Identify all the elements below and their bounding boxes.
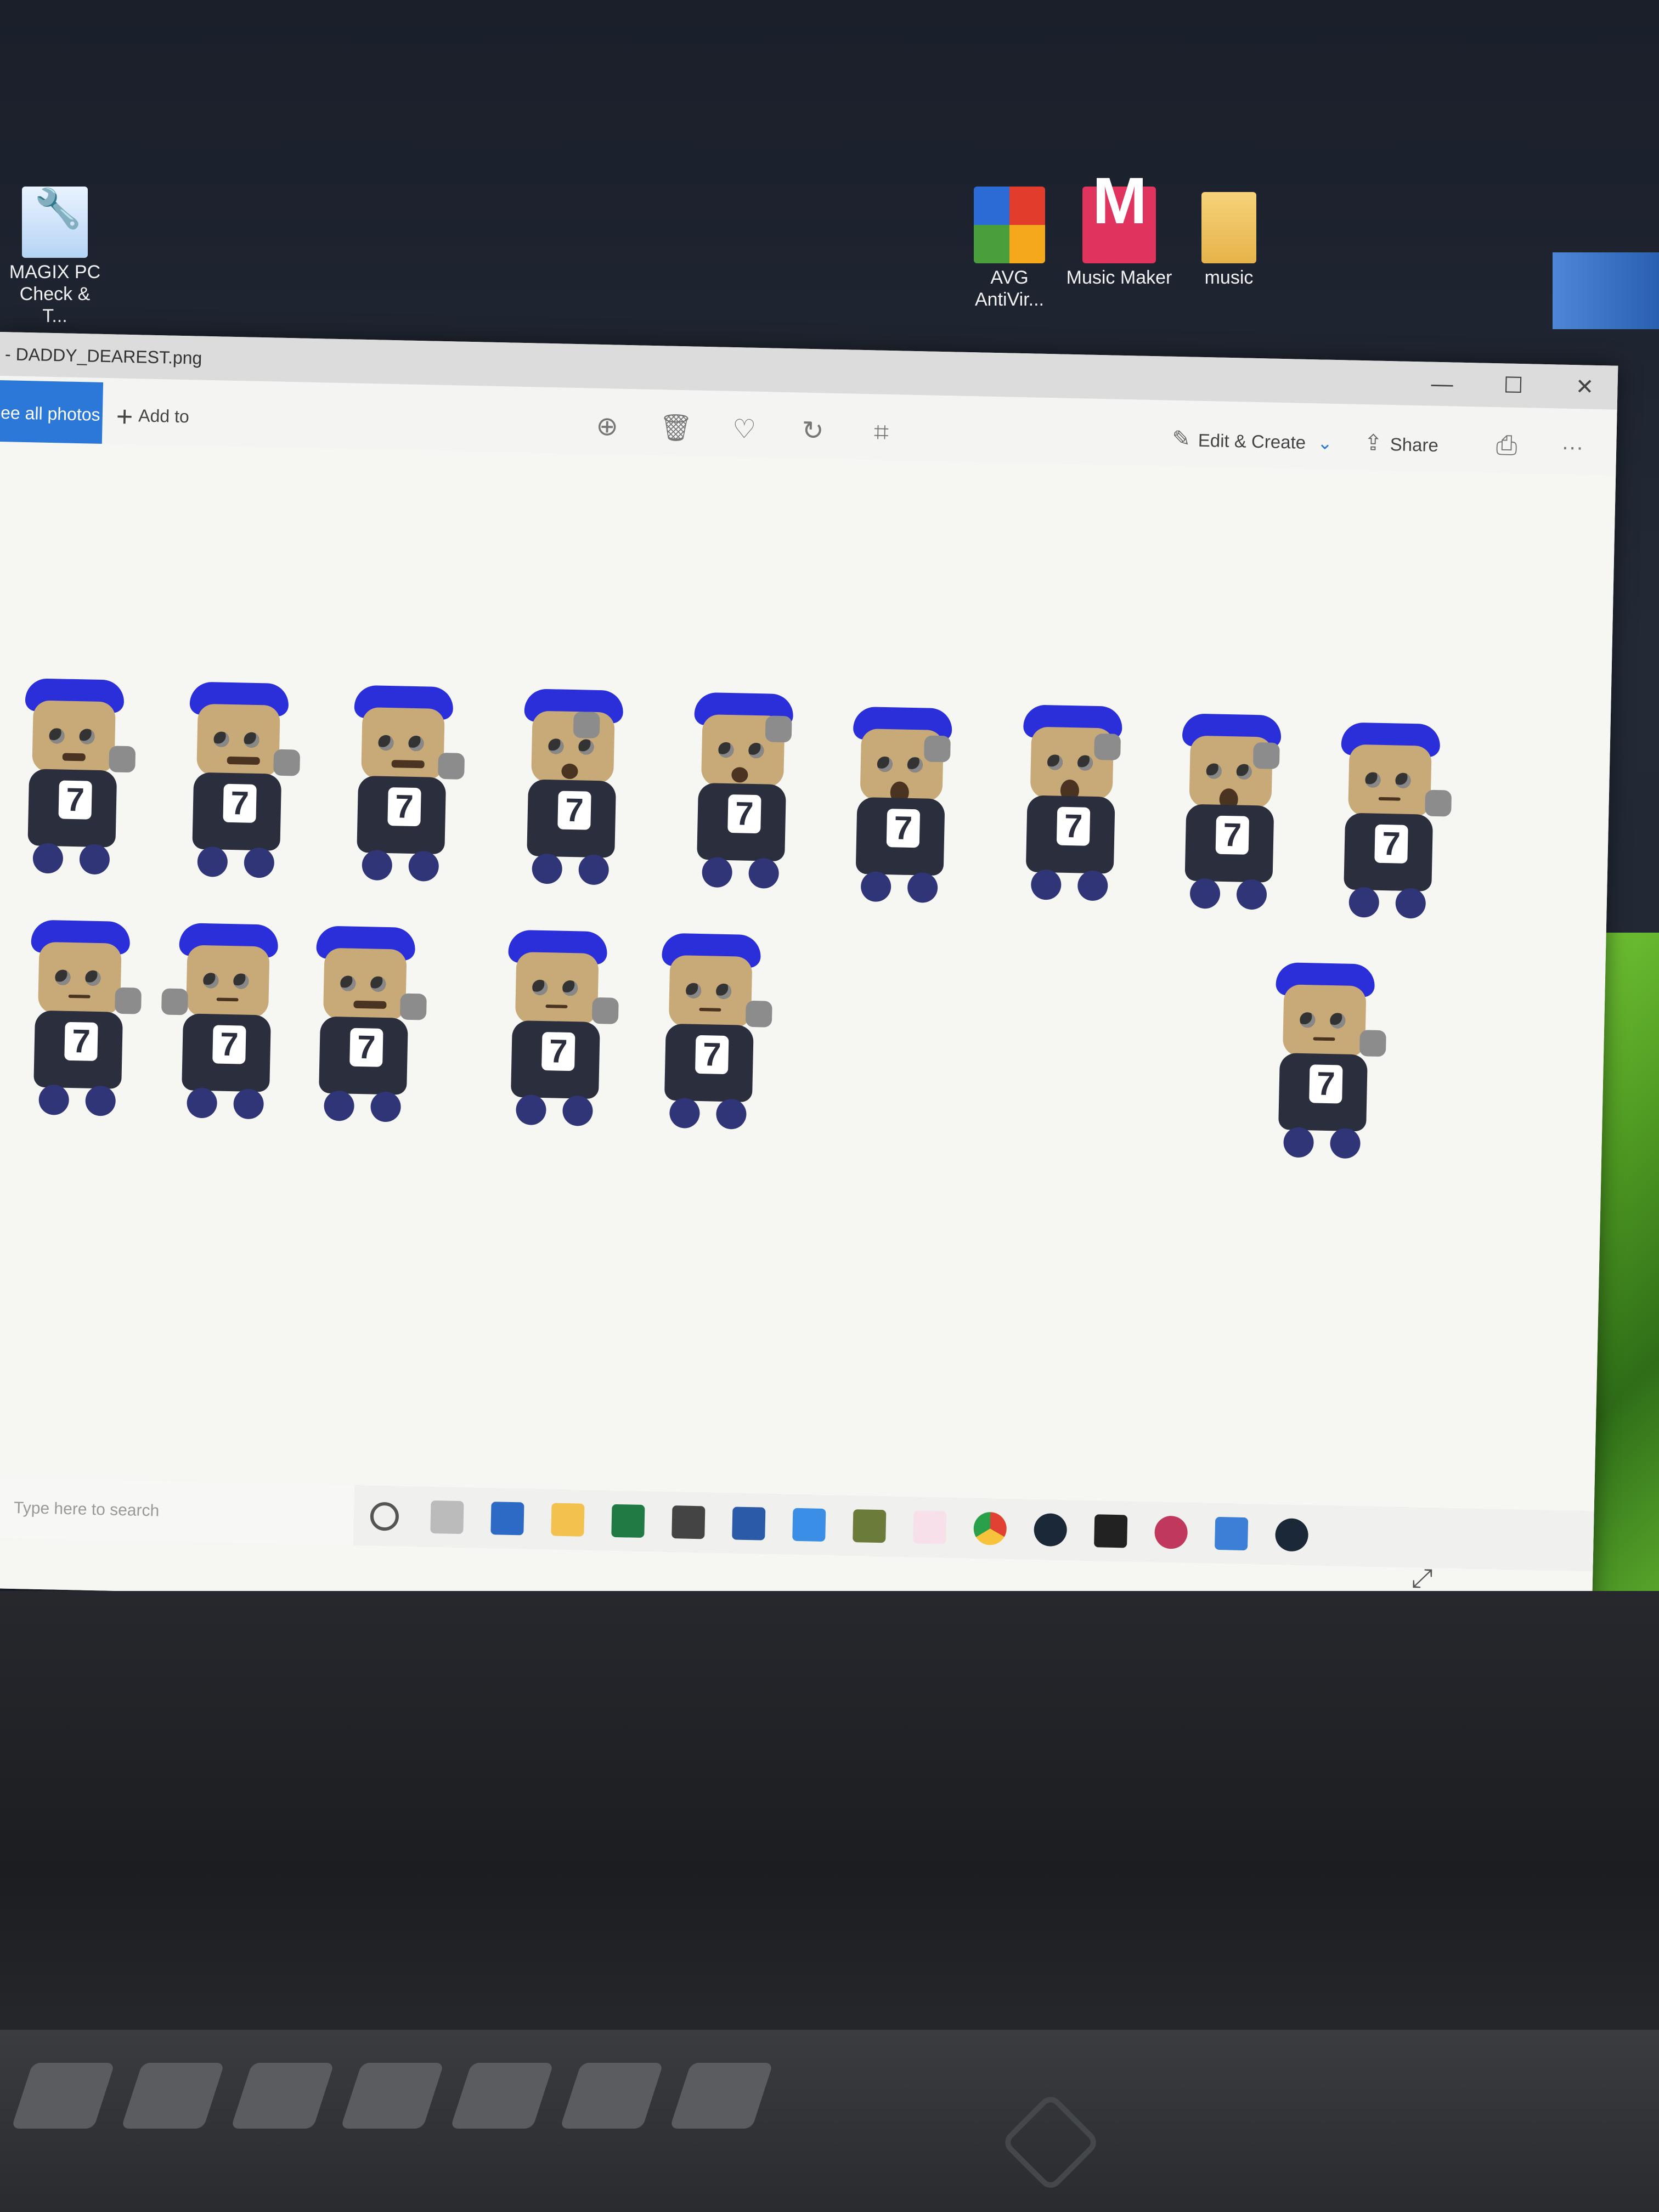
sprite-frame: 7 (302, 926, 427, 1131)
itunes-icon[interactable] (913, 1510, 947, 1544)
favorite-heart-icon[interactable]: ♡ (727, 413, 761, 447)
file-explorer-icon[interactable] (551, 1503, 585, 1537)
sprite-frame: 7 (161, 923, 290, 1128)
minecraft-icon[interactable] (853, 1509, 887, 1543)
minimize-button[interactable]: — (1409, 362, 1476, 407)
desktop-icon-label: AVG AntiVir... (975, 267, 1044, 310)
desktop-icon-music-maker[interactable]: M Music Maker (1064, 168, 1174, 289)
edit-create-button[interactable]: ✎ Edit & Create ⌄ (1171, 411, 1333, 470)
steam-icon[interactable] (1034, 1513, 1068, 1547)
music-maker-icon: M (1082, 168, 1156, 263)
close-button[interactable]: ✕ (1551, 364, 1618, 409)
chrome-icon[interactable] (973, 1511, 1007, 1545)
music-app-icon[interactable] (792, 1508, 826, 1542)
photos-icon[interactable] (1214, 1516, 1249, 1551)
sprite-frame: 7 (1008, 704, 1133, 910)
sprite-frame: 7 (680, 692, 805, 898)
window-title: - DADDY_DEAREST.png (4, 344, 202, 368)
print-icon[interactable]: ⎙ (1490, 429, 1523, 462)
wrench-icon (22, 187, 88, 258)
desktop-icon-avg[interactable]: AVG AntiVir... (960, 187, 1059, 311)
desktop-icon-label: Music Maker (1066, 267, 1172, 288)
app-icon[interactable] (1154, 1515, 1188, 1549)
sprite-frame: 7 (340, 685, 465, 890)
rotate-icon[interactable]: ↻ (796, 414, 830, 448)
task-view-icon[interactable] (430, 1500, 464, 1534)
sprite-frame: 7 (10, 678, 136, 884)
desktop-icon-label: MAGIX PC Check & T... (9, 262, 101, 326)
see-all-photos-button[interactable]: ee all photos (0, 380, 104, 447)
add-to-button[interactable]: + Add to (116, 382, 190, 449)
cortana-icon[interactable] (370, 1502, 399, 1531)
sprite-frame: 7 (16, 919, 142, 1125)
plus-icon: + (116, 400, 133, 433)
image-canvas: 7 7 7 7 7 7 7 7 7 7 7 7 7 7 7 ⤢ (0, 441, 1616, 1622)
crop-icon[interactable]: ⌗ (865, 416, 898, 449)
folder-icon (1201, 192, 1256, 263)
sprite-frame: 7 (1167, 713, 1293, 919)
share-icon: ⇪ (1363, 431, 1383, 455)
avg-icon (974, 187, 1045, 263)
background-window-blue (1553, 252, 1659, 329)
share-button[interactable]: ⇪ Share (1363, 415, 1439, 472)
more-options-button[interactable]: ··· (1556, 430, 1589, 464)
search-input[interactable]: Type here to search (0, 1477, 355, 1545)
sprite-frame: 7 (494, 929, 619, 1135)
word-icon[interactable] (732, 1506, 766, 1541)
store-icon[interactable] (672, 1505, 706, 1539)
desktop-icon-music-folder[interactable]: music (1180, 192, 1278, 289)
sprite-frame: 7 (1327, 722, 1452, 928)
steam-icon[interactable] (1274, 1518, 1309, 1552)
sprite-frame: 7 (838, 706, 963, 912)
photos-window: - DADDY_DEAREST.png — ☐ ✕ ee all photos … (0, 332, 1618, 1622)
desktop-icon-label: music (1204, 267, 1254, 288)
desktop-icon-magix[interactable]: MAGIX PC Check & T... (5, 187, 104, 327)
delete-icon[interactable]: 🗑 (659, 411, 693, 445)
edit-pen-icon: ✎ (1171, 426, 1191, 452)
sprite-frame: 7 (1261, 962, 1386, 1168)
sprite-frame: 7 (175, 681, 301, 887)
excel-icon[interactable] (611, 1504, 645, 1538)
camera-icon[interactable] (490, 1502, 524, 1536)
zoom-icon[interactable]: ⊕ (590, 410, 624, 444)
epic-games-icon[interactable] (1094, 1514, 1128, 1548)
chevron-down-icon: ⌄ (1317, 432, 1333, 453)
sprite-frame: 7 (647, 933, 772, 1138)
maximize-button[interactable]: ☐ (1480, 363, 1547, 408)
sprite-frame: 7 (510, 689, 635, 894)
